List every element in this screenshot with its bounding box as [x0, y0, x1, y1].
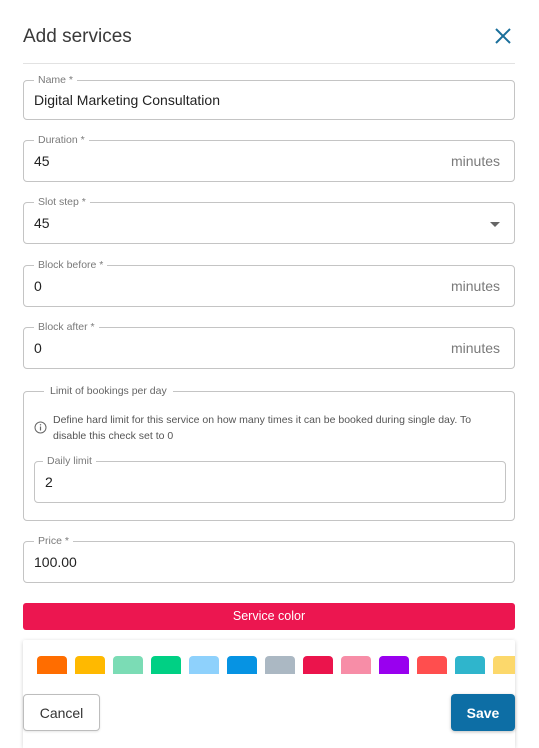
block-after-field[interactable]: Block after * 0 minutes: [23, 320, 515, 369]
dialog-header: Add services: [0, 0, 539, 64]
slot-step-select[interactable]: Slot step * 45: [23, 195, 515, 244]
block-before-value[interactable]: 0: [34, 277, 42, 295]
booking-limit-group: Limit of bookings per day Define hard li…: [23, 384, 515, 521]
header-divider: [23, 63, 515, 64]
dropdown-caret-icon[interactable]: [490, 222, 500, 227]
name-field[interactable]: Name * Digital Marketing Consultation: [23, 73, 515, 120]
save-button[interactable]: Save: [451, 694, 515, 731]
slot-step-label: Slot step *: [34, 195, 90, 209]
duration-unit: minutes: [450, 153, 500, 169]
name-value[interactable]: Digital Marketing Consultation: [34, 91, 220, 109]
dialog-footer: Cancel Save: [23, 674, 515, 748]
price-field[interactable]: Price * 100.00: [23, 534, 515, 583]
price-label: Price *: [34, 534, 73, 548]
dialog-title: Add services: [23, 26, 132, 47]
duration-field[interactable]: Duration * 45 minutes: [23, 133, 515, 182]
info-icon: [34, 421, 47, 434]
daily-limit-field[interactable]: Daily limit 2: [34, 454, 506, 503]
block-before-unit: minutes: [450, 278, 500, 294]
booking-limit-legend: Limit of bookings per day: [44, 384, 173, 398]
cancel-button[interactable]: Cancel: [23, 694, 100, 731]
service-color-button[interactable]: Service color: [23, 603, 515, 630]
duration-label: Duration *: [34, 133, 89, 147]
block-after-value[interactable]: 0: [34, 339, 42, 357]
block-before-label: Block before *: [34, 258, 108, 272]
duration-value[interactable]: 45: [34, 152, 50, 170]
close-icon[interactable]: [490, 24, 516, 48]
price-value[interactable]: 100.00: [34, 553, 77, 571]
name-label: Name *: [34, 73, 78, 87]
daily-limit-value[interactable]: 2: [45, 473, 53, 491]
block-after-unit: minutes: [450, 340, 500, 356]
block-after-label: Block after *: [34, 320, 99, 334]
booking-limit-help-text: Define hard limit for this service on ho…: [53, 414, 472, 442]
block-before-field[interactable]: Block before * 0 minutes: [23, 258, 515, 307]
slot-step-value[interactable]: 45: [34, 214, 50, 232]
daily-limit-label: Daily limit: [43, 454, 96, 468]
